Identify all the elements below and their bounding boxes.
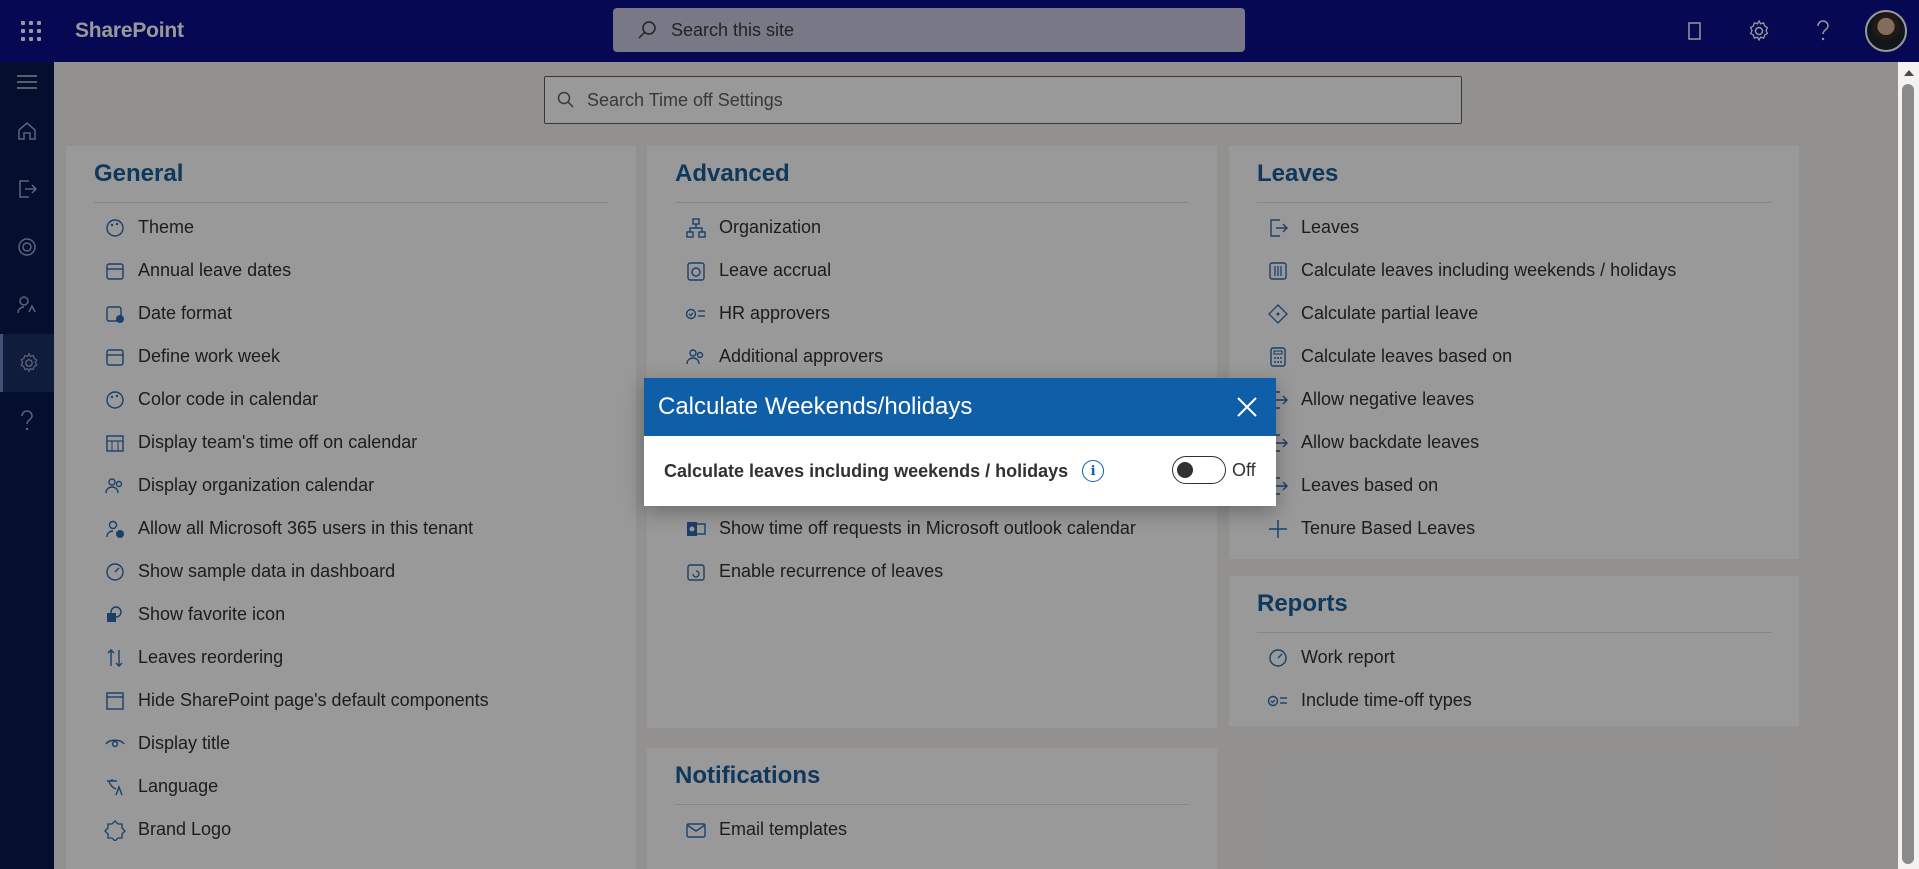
close-icon[interactable] [1232,392,1262,422]
scroll-up-icon[interactable] [1904,70,1914,76]
dialog-body: Calculate leaves including weekends / ho… [644,436,1276,506]
setting-label: Calculate leaves including weekends / ho… [664,460,1069,481]
weekends-holidays-toggle[interactable] [1172,456,1226,484]
dialog-title: Calculate Weekends/holidays [658,393,973,420]
calculate-weekends-dialog: Calculate Weekends/holidays Calculate le… [644,378,1276,506]
dialog-header: Calculate Weekends/holidays [644,378,1276,436]
toggle-state-label: Off [1232,459,1256,480]
scroll-thumb[interactable] [1902,84,1914,864]
toggle-knob [1177,462,1193,478]
page-scrollbar[interactable] [1898,62,1919,869]
info-icon[interactable]: i [1082,460,1105,482]
